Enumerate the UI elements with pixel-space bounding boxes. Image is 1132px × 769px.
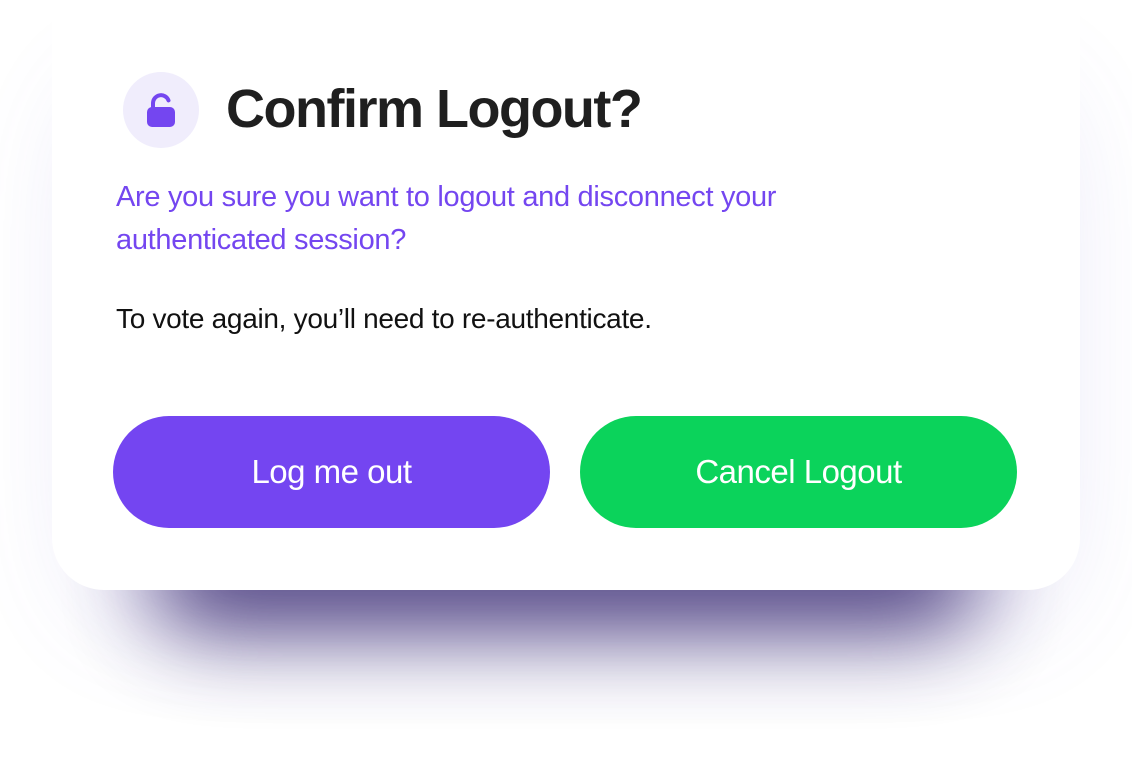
log-me-out-button[interactable]: Log me out xyxy=(113,416,550,528)
unlock-icon xyxy=(147,93,175,127)
unlock-icon-badge xyxy=(123,72,199,148)
cancel-logout-button[interactable]: Cancel Logout xyxy=(580,416,1017,528)
dialog-body-text: To vote again, you’ll need to re-authent… xyxy=(116,303,652,334)
dialog-subtitle: Are you sure you want to logout and disc… xyxy=(116,181,777,256)
dialog-title: Confirm Logout? xyxy=(226,79,643,139)
